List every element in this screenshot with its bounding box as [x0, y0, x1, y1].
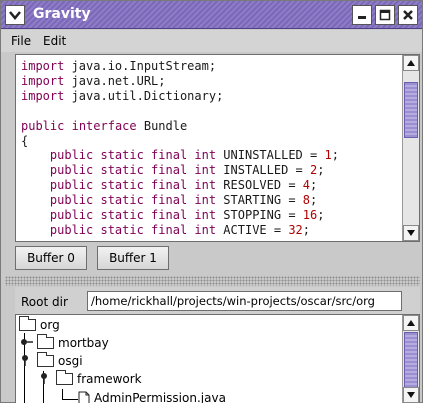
tree-node-label: AdminPermission.java	[94, 391, 226, 403]
tree-node-admin-permission[interactable]: AdminPermission.java	[78, 389, 226, 403]
chevron-down-icon	[9, 11, 21, 20]
code-line: public static final int ACTIVE = 32;	[21, 222, 311, 237]
code-line: import java.net.URL;	[21, 73, 166, 88]
editor-vertical-scrollbar[interactable]	[402, 55, 419, 241]
editor-scroll-thumb[interactable]	[404, 82, 418, 138]
tree-scroll-up-button[interactable]	[403, 315, 419, 331]
code-line: public static final int STOPPING = 16;	[21, 208, 325, 223]
code-line: import java.util.Dictionary;	[21, 88, 224, 103]
tree-scroll-thumb[interactable]	[404, 332, 418, 388]
tree-vertical-scrollbar[interactable]	[402, 315, 419, 403]
window-title: Gravity	[33, 6, 91, 22]
file-icon	[78, 391, 90, 403]
window-menu-button[interactable]	[5, 5, 25, 25]
tree-line	[62, 399, 78, 400]
gravity-window: Gravity File Edit import java.io.InputSt…	[0, 0, 423, 403]
tree-node-label: org	[40, 318, 60, 332]
maximize-button[interactable]	[375, 5, 395, 25]
folder-icon	[37, 352, 54, 367]
file-browser-panel: Root dir /home/rickhall/projects/win-pro…	[15, 287, 420, 403]
code-line: public static final int RESOLVED = 4;	[21, 178, 318, 193]
buffer-0-button[interactable]: Buffer 0	[15, 246, 87, 270]
code-line: public static final int UNINSTALLED = 1;	[21, 148, 339, 163]
split-pane-divider[interactable]	[5, 276, 420, 286]
code-line: public static final int STARTING = 8;	[21, 193, 318, 208]
tree-node-osgi[interactable]: osgi	[20, 352, 83, 370]
tree-node-org[interactable]: org	[19, 316, 60, 334]
root-dir-input[interactable]: /home/rickhall/projects/win-projects/osc…	[87, 291, 402, 311]
code-text[interactable]: import java.io.InputStream; import java.n…	[21, 59, 399, 241]
tree-scroll-down-button[interactable]	[403, 387, 419, 403]
arrow-down-icon	[407, 230, 415, 236]
expand-toggle-icon[interactable]	[20, 336, 34, 350]
collapse-toggle-icon[interactable]	[39, 372, 53, 387]
collapse-toggle-icon[interactable]	[20, 354, 34, 369]
code-line: import java.io.InputStream;	[21, 59, 217, 73]
tree-line	[62, 389, 63, 399]
arrow-down-icon	[407, 392, 415, 398]
menu-file[interactable]: File	[11, 34, 31, 48]
scroll-up-button[interactable]	[403, 55, 419, 71]
tree-node-label: framework	[77, 372, 142, 386]
close-button[interactable]	[398, 5, 418, 25]
close-icon	[403, 10, 413, 20]
root-dir-label: Root dir	[21, 295, 68, 309]
code-line: {	[21, 133, 29, 148]
code-line: public static final int INSTALLED = 2;	[21, 163, 325, 178]
minimize-icon	[358, 16, 366, 19]
folder-icon	[37, 334, 54, 349]
arrow-up-icon	[407, 320, 415, 326]
menu-bar: File Edit	[1, 30, 422, 52]
minimize-button[interactable]	[352, 5, 372, 25]
title-bar[interactable]: Gravity	[1, 1, 422, 29]
maximize-icon	[379, 9, 391, 21]
menu-edit[interactable]: Edit	[43, 34, 66, 48]
code-editor[interactable]: import java.io.InputStream; import java.n…	[15, 54, 420, 242]
tree-node-label: mortbay	[58, 336, 109, 350]
scroll-down-button[interactable]	[403, 225, 419, 241]
file-tree[interactable]: org mortbay osgi framework AdminPermissi…	[15, 314, 420, 403]
tree-node-mortbay[interactable]: mortbay	[20, 334, 109, 352]
arrow-up-icon	[407, 60, 415, 66]
buffer-1-button[interactable]: Buffer 1	[97, 246, 169, 270]
tree-node-label: osgi	[58, 354, 83, 368]
folder-icon	[19, 316, 36, 331]
code-line: public interface Bundle	[21, 118, 188, 133]
tree-node-framework[interactable]: framework	[39, 370, 142, 388]
folder-icon	[56, 370, 73, 385]
